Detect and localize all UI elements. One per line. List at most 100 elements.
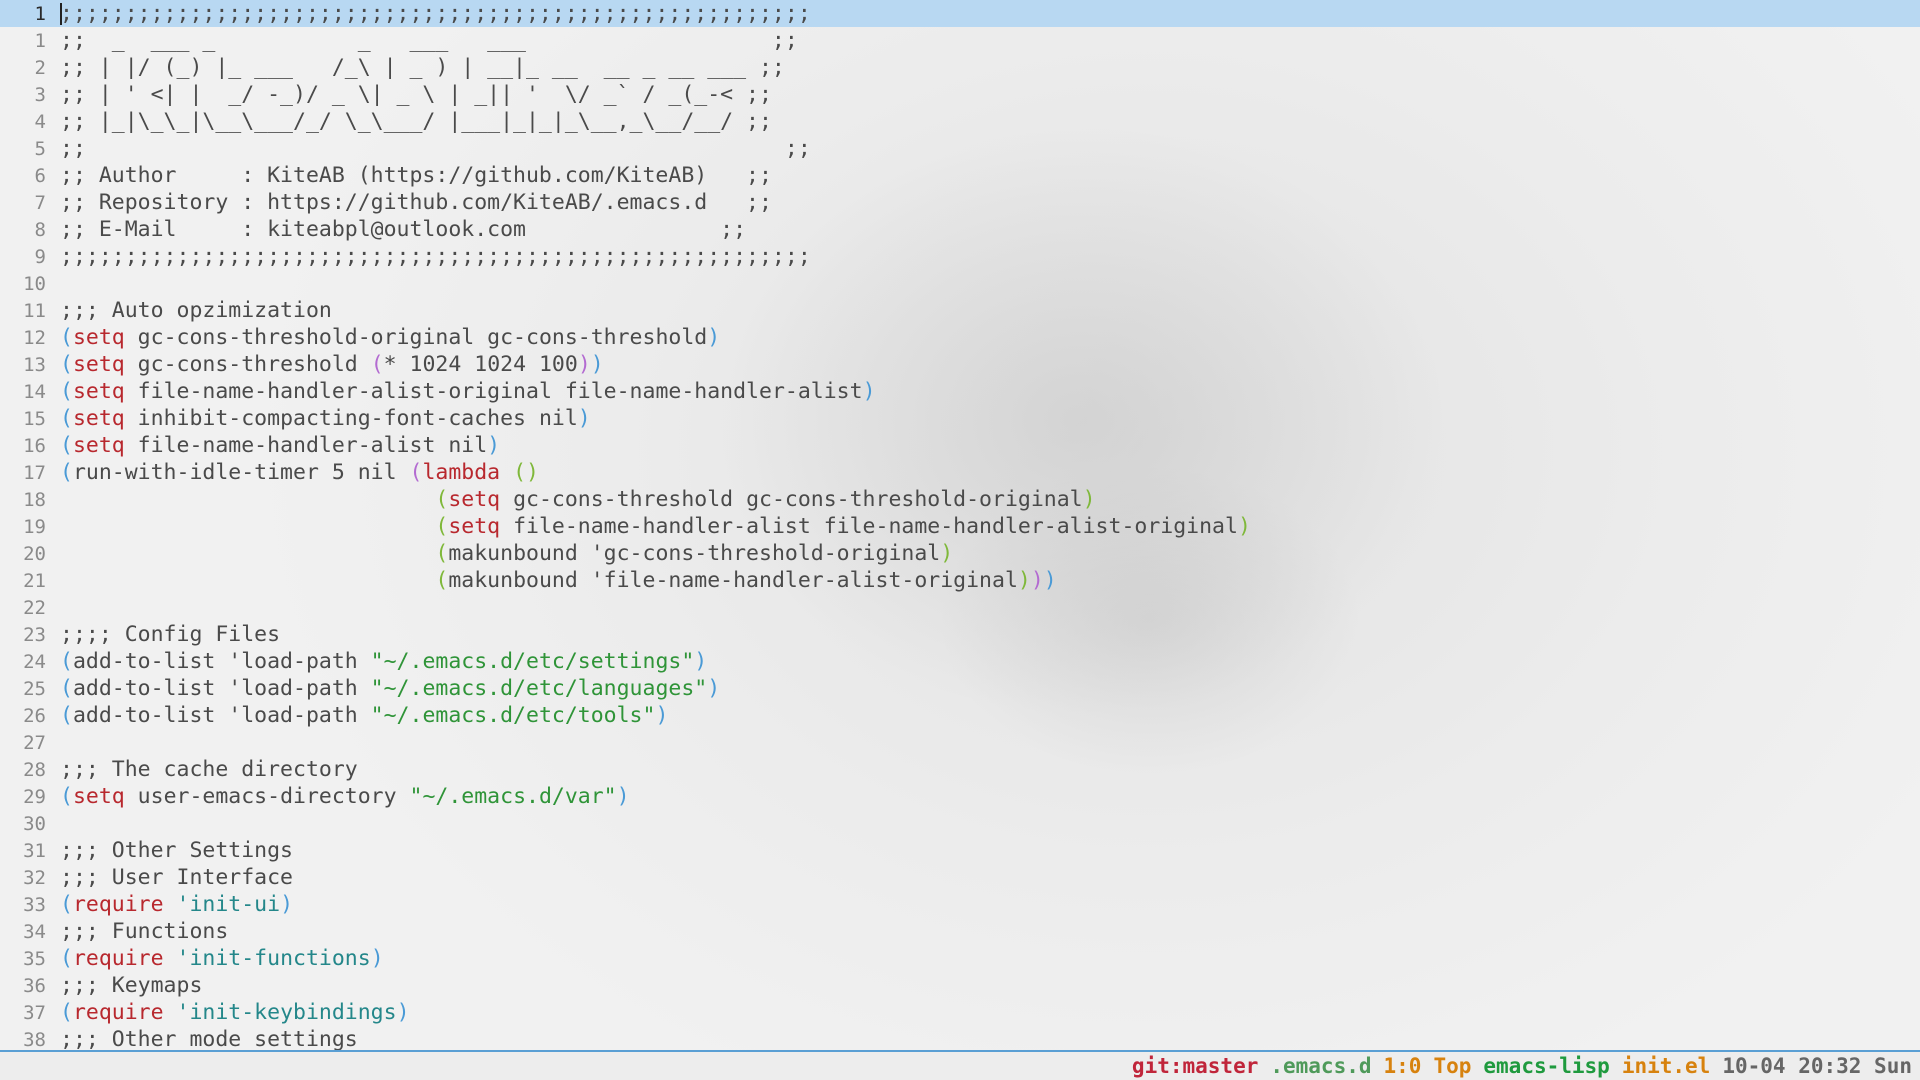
line-content: (setq gc-cons-threshold gc-cons-threshol… (60, 487, 1096, 512)
code-token-paren1: ( (60, 784, 73, 809)
code-line[interactable]: 5 ;; ;; (0, 135, 1920, 162)
code-token-comment: ;;;; Config Files (60, 622, 281, 647)
line-content: (setq file-name-handler-alist file-name-… (60, 514, 1251, 539)
code-token-comment: ;;; User Interface (60, 865, 293, 890)
code-line[interactable]: 32 ;;; User Interface (0, 864, 1920, 891)
code-token-paren1: ) (590, 352, 604, 377)
code-line[interactable]: 28 ;;; The cache directory (0, 756, 1920, 783)
code-token-paren1: ) (655, 703, 669, 728)
code-line[interactable]: 19 (setq file-name-handler-alist file-na… (0, 513, 1920, 540)
code-line[interactable]: 7 ;; Repository : https://github.com/Kite… (0, 189, 1920, 216)
code-line[interactable]: 6 ;; Author : KiteAB (https://github.com/… (0, 162, 1920, 189)
code-line[interactable]: 33 (require 'init-ui) (0, 891, 1920, 918)
code-line[interactable]: 3 ;; | ' <| | _/ -_)/ _ \| _ \ | _|| ' \/… (0, 81, 1920, 108)
code-token-symbol: 'init-keybindings (176, 1000, 397, 1025)
code-token-paren3: ( (435, 541, 449, 566)
code-line[interactable]: 38 ;;; Other mode settings (0, 1026, 1920, 1050)
line-content: ;;; The cache directory (60, 757, 358, 782)
code-line[interactable]: 12 (setq gc-cons-threshold-original gc-co… (0, 324, 1920, 351)
clock-display: 10-04 20:32 Sun (1722, 1054, 1912, 1078)
code-line[interactable]: 26 (add-to-list 'load-path "~/.emacs.d/et… (0, 702, 1920, 729)
editor-buffer[interactable]: 1;;;;;;;;;;;;;;;;;;;;;;;;;;;;;;;;;;;;;;;… (0, 0, 1920, 1050)
code-line[interactable]: 14 (setq file-name-handler-alist-original… (0, 378, 1920, 405)
code-line[interactable]: 16 (setq file-name-handler-alist nil) (0, 432, 1920, 459)
code-token-paren1: ) (707, 676, 721, 701)
line-number: 5 (34, 138, 46, 160)
code-line[interactable]: 31 ;;; Other Settings (0, 837, 1920, 864)
line-content: (run-with-idle-timer 5 nil (lambda () (60, 460, 539, 485)
code-token-keyword: setq (72, 352, 125, 377)
code-token-paren3: ( (435, 568, 449, 593)
line-content: (setq gc-cons-threshold-original gc-cons… (60, 325, 720, 350)
code-line[interactable]: 36 ;;; Keymaps (0, 972, 1920, 999)
code-line[interactable]: 10 (0, 270, 1920, 297)
line-number: 8 (34, 219, 46, 241)
git-branch-indicator[interactable]: git:master (1132, 1054, 1258, 1078)
line-number: 21 (23, 570, 46, 592)
code-line[interactable]: 30 (0, 810, 1920, 837)
code-line[interactable]: 27 (0, 729, 1920, 756)
code-line[interactable]: 24 (add-to-list 'load-path "~/.emacs.d/et… (0, 648, 1920, 675)
code-line[interactable]: 15 (setq inhibit-compacting-font-caches n… (0, 405, 1920, 432)
cursor-position: 1:0 (1383, 1054, 1422, 1078)
code-line[interactable]: 18 (setq gc-cons-threshold gc-cons-thres… (0, 486, 1920, 513)
code-token-paren1: ) (370, 946, 384, 971)
line-number: 30 (23, 813, 46, 835)
code-token-paren1: ( (60, 892, 73, 917)
code-token-plain: add-to-list 'load-path (72, 676, 371, 701)
code-line[interactable]: 34 ;;; Functions (0, 918, 1920, 945)
code-token-paren1: ) (862, 379, 876, 404)
code-token-keyword: setq (72, 406, 125, 431)
code-token-paren3: ( (435, 514, 449, 539)
code-line[interactable]: 11 ;;; Auto opzimization (0, 297, 1920, 324)
code-token-plain: file-name-handler-alist file-name-handle… (500, 514, 1238, 539)
code-token-comment: ;; Repository : https://github.com/KiteA… (60, 190, 772, 215)
line-number: 38 (23, 1029, 46, 1050)
code-line[interactable]: 1 ;; _ ___ _ _ ___ ___ ;; (0, 27, 1920, 54)
project-name: .emacs.d (1270, 1054, 1372, 1078)
line-content: (add-to-list 'load-path "~/.emacs.d/etc/… (60, 676, 720, 701)
line-number: 31 (23, 840, 46, 862)
code-line[interactable]: 17 (run-with-idle-timer 5 nil (lambda () (0, 459, 1920, 486)
line-number: 24 (23, 651, 46, 673)
code-line[interactable]: 4 ;; |_|\_\_|\__\___/_/ \_\___/ |___|_|_|… (0, 108, 1920, 135)
code-line[interactable]: 37 (require 'init-keybindings) (0, 999, 1920, 1026)
code-token-paren1: ( (60, 676, 73, 701)
code-line[interactable]: 21 (makunbound 'file-name-handler-alist-… (0, 567, 1920, 594)
code-token-plain: user-emacs-directory (124, 784, 410, 809)
code-token-paren3: ) (1082, 487, 1096, 512)
code-token-paren1: ) (1043, 568, 1057, 593)
code-token-paren2: ) (577, 352, 591, 377)
line-number: 28 (23, 759, 46, 781)
code-token-keyword: require (72, 892, 164, 917)
code-line[interactable]: 35 (require 'init-functions) (0, 945, 1920, 972)
code-line[interactable]: 25 (add-to-list 'load-path "~/.emacs.d/et… (0, 675, 1920, 702)
code-line[interactable]: 2 ;; | |/ (_) |_ ___ /_\ | _ ) | __|_ __ … (0, 54, 1920, 81)
line-content: (require 'init-keybindings) (60, 1000, 410, 1025)
line-content: ;;;;;;;;;;;;;;;;;;;;;;;;;;;;;;;;;;;;;;;;… (60, 1, 811, 26)
code-token-keyword: setq (72, 379, 125, 404)
current-line[interactable]: 1;;;;;;;;;;;;;;;;;;;;;;;;;;;;;;;;;;;;;;;… (0, 0, 1920, 27)
code-line[interactable]: 9;;;;;;;;;;;;;;;;;;;;;;;;;;;;;;;;;;;;;;;… (0, 243, 1920, 270)
code-line[interactable]: 23 ;;;; Config Files (0, 621, 1920, 648)
line-number: 29 (23, 786, 46, 808)
line-number: 13 (23, 354, 46, 376)
code-line[interactable]: 20 (makunbound 'gc-cons-threshold-origin… (0, 540, 1920, 567)
code-token-keyword: setq (72, 784, 125, 809)
code-line[interactable]: 22 (0, 594, 1920, 621)
code-token-comment: ;;; Functions (60, 919, 229, 944)
code-line[interactable]: 13 (setq gc-cons-threshold (* 1024 1024 1… (0, 351, 1920, 378)
code-token-comment: ;;; Auto opzimization (60, 298, 332, 323)
line-content: (require 'init-ui) (60, 892, 293, 917)
code-line[interactable]: 29 (setq user-emacs-directory "~/.emacs.d… (0, 783, 1920, 810)
code-token-comment: ;; |_|\_\_|\__\___/_/ \_\___/ |___|_|_|_… (60, 109, 772, 134)
line-content: ;; _ ___ _ _ ___ ___ ;; (60, 28, 798, 53)
code-line[interactable]: 8 ;; E-Mail : kiteabpl@outlook.com ;; (0, 216, 1920, 243)
major-mode[interactable]: emacs-lisp (1483, 1054, 1609, 1078)
code-token-paren1: ) (577, 406, 591, 431)
line-content: ;;; Functions (60, 919, 228, 944)
code-token-plain: inhibit-compacting-font-caches nil (124, 406, 578, 431)
